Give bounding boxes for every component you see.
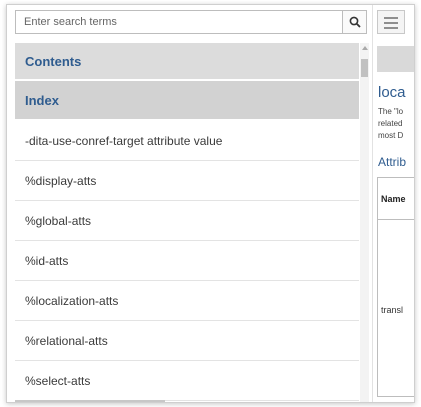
index-item[interactable]: -dita-use-conref-target attribute value: [15, 121, 359, 161]
content-pane: loca The "lo related most D Attrib Name …: [372, 5, 414, 402]
topic-body-line: The "lo: [378, 107, 404, 116]
index-item[interactable]: %display-atts: [15, 161, 359, 201]
index-item[interactable]: %global-atts: [15, 201, 359, 241]
search-icon: [349, 16, 361, 28]
topic-body: The "lo related most D: [378, 106, 414, 142]
table-cell: transl: [381, 305, 404, 315]
hamburger-icon: [384, 17, 398, 19]
help-window: Contents Index -dita-use-conref-target a…: [6, 4, 415, 403]
topic-body-line: most D: [378, 131, 404, 140]
topic-body-line: related: [378, 119, 403, 128]
scrollbar-thumb[interactable]: [361, 59, 368, 77]
tab-index[interactable]: Index: [15, 81, 359, 121]
search-button[interactable]: [342, 11, 366, 33]
content-toolbar: [377, 46, 414, 72]
index-item[interactable]: %id-atts: [15, 241, 359, 281]
hamburger-icon: [384, 22, 398, 24]
nav-list: Contents Index -dita-use-conref-target a…: [15, 43, 359, 402]
tab-contents[interactable]: Contents: [15, 43, 359, 81]
vertical-scrollbar[interactable]: [360, 43, 369, 402]
section-heading: Attrib: [378, 155, 407, 169]
attributes-table: Name transl: [377, 177, 414, 397]
index-item[interactable]: %relational-atts: [15, 321, 359, 361]
navigation-pane: Contents Index -dita-use-conref-target a…: [7, 5, 372, 402]
search-bar: [15, 10, 367, 34]
topic-title: loca: [378, 84, 406, 101]
scroll-up-arrow-icon[interactable]: [362, 46, 368, 50]
menu-button[interactable]: [377, 10, 405, 34]
horizontal-scrollbar[interactable]: [15, 400, 165, 402]
search-input[interactable]: [16, 11, 342, 33]
table-header-name: Name: [378, 178, 414, 220]
index-item[interactable]: %select-atts: [15, 361, 359, 401]
hamburger-icon: [384, 27, 398, 29]
index-item[interactable]: %localization-atts: [15, 281, 359, 321]
